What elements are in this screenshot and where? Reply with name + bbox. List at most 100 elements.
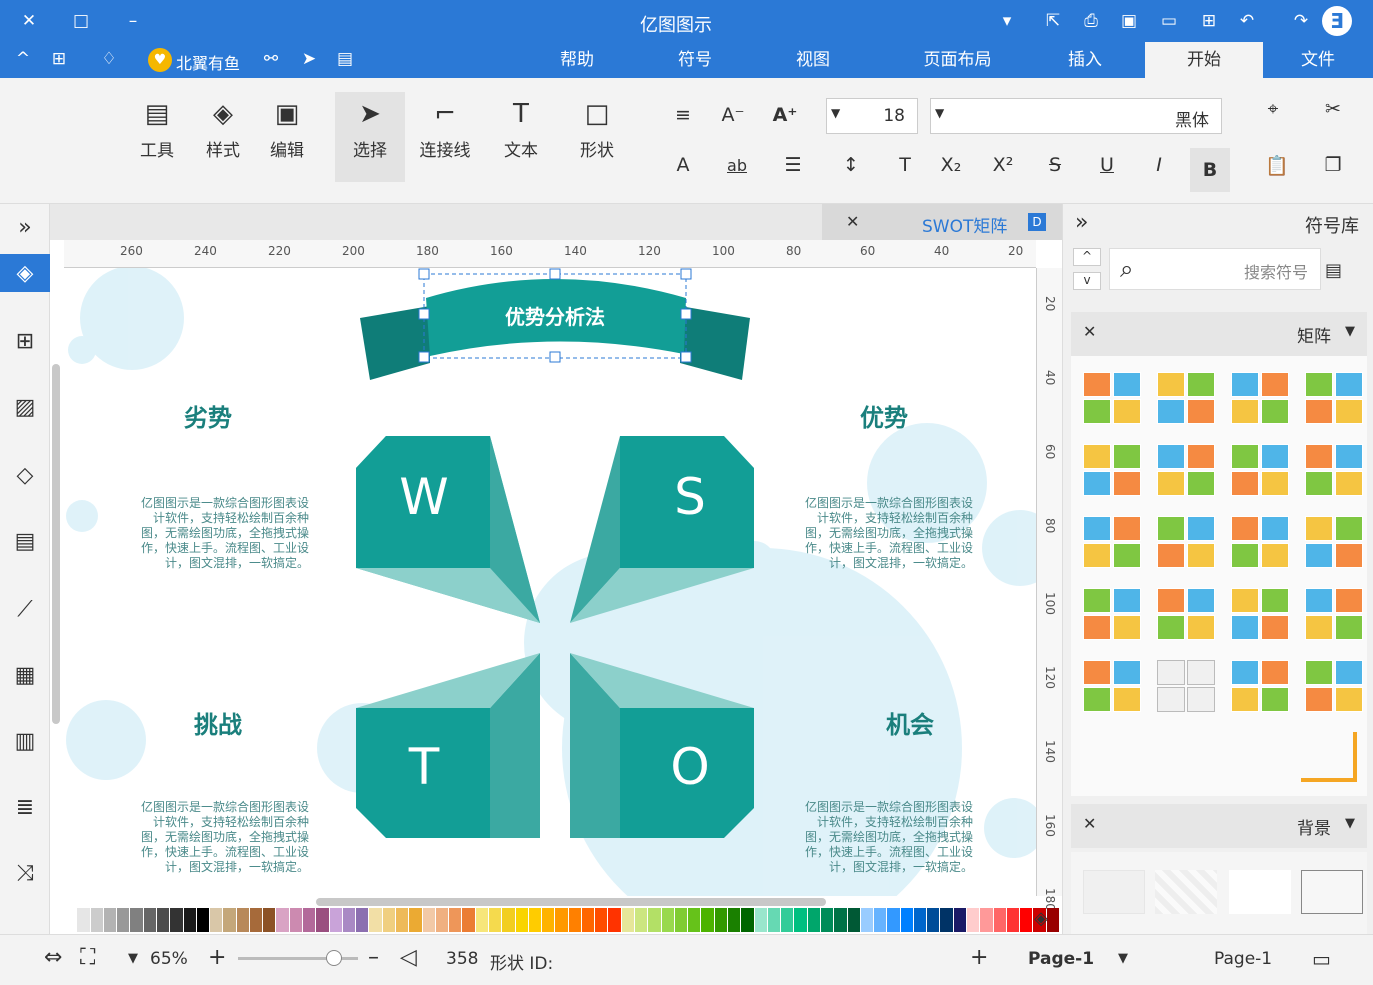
matrix-symbol-thumb[interactable] bbox=[1083, 588, 1143, 643]
color-swatch[interactable] bbox=[900, 908, 913, 932]
color-swatch[interactable] bbox=[967, 908, 980, 932]
background-thumb[interactable] bbox=[1229, 870, 1291, 914]
library-menu-icon[interactable]: ▤ bbox=[1325, 260, 1342, 281]
dropdown-icon[interactable]: ▾ bbox=[994, 8, 1020, 34]
color-swatch[interactable] bbox=[701, 908, 714, 932]
matrix-symbol-thumb[interactable] bbox=[1083, 372, 1143, 427]
color-swatch[interactable] bbox=[276, 908, 289, 932]
new-file-icon[interactable]: ⊞ bbox=[1196, 8, 1222, 34]
color-swatch[interactable] bbox=[515, 908, 528, 932]
scroll-up-icon[interactable]: ^ bbox=[1073, 248, 1101, 266]
document-tab[interactable]: ✕ SWOT矩阵 D bbox=[822, 204, 1062, 240]
grid-icon[interactable]: ⊞ bbox=[6, 322, 44, 360]
color-swatch[interactable] bbox=[980, 908, 993, 932]
color-swatch[interactable] bbox=[342, 908, 356, 932]
color-swatch[interactable] bbox=[661, 908, 674, 932]
comment-icon[interactable]: ▤ bbox=[332, 46, 358, 72]
close-tab-icon[interactable]: ✕ bbox=[846, 212, 859, 231]
minimize-icon[interactable]: – bbox=[120, 8, 146, 34]
color-swatch[interactable] bbox=[834, 908, 847, 932]
color-swatch[interactable] bbox=[860, 908, 874, 932]
matrix-symbol-thumb[interactable] bbox=[1305, 372, 1365, 427]
color-swatch[interactable] bbox=[847, 908, 860, 932]
color-swatch[interactable] bbox=[422, 908, 435, 932]
italic-icon[interactable]: I bbox=[1144, 150, 1174, 180]
tab-file[interactable]: 文件 bbox=[1263, 42, 1373, 78]
color-swatch[interactable] bbox=[183, 908, 196, 932]
shuffle-icon[interactable]: ⤨ bbox=[6, 854, 44, 892]
apps-icon[interactable]: ⊞ bbox=[46, 46, 72, 72]
color-swatch[interactable] bbox=[316, 908, 329, 932]
color-swatch[interactable] bbox=[289, 908, 303, 932]
color-swatch[interactable] bbox=[542, 908, 555, 932]
tools-button[interactable]: ▤ 工具 bbox=[122, 92, 192, 182]
format-icon[interactable]: ≣ bbox=[6, 788, 44, 826]
zoom-value[interactable]: 65% bbox=[150, 949, 188, 969]
color-swatch[interactable] bbox=[913, 908, 927, 932]
matrix-symbol-thumb[interactable] bbox=[1157, 516, 1217, 571]
color-swatch[interactable] bbox=[103, 908, 117, 932]
copy-icon[interactable]: ❐ bbox=[1318, 150, 1348, 180]
color-swatch[interactable] bbox=[794, 908, 807, 932]
list-icon[interactable]: ☰ bbox=[778, 150, 808, 180]
chart-icon[interactable]: ⟋ bbox=[6, 590, 44, 628]
color-swatch[interactable] bbox=[781, 908, 794, 932]
open-folder-icon[interactable]: ▭ bbox=[1156, 8, 1182, 34]
banner-title[interactable]: 优势分析法 bbox=[474, 301, 636, 330]
background-thumb[interactable] bbox=[1083, 870, 1145, 914]
color-swatch[interactable] bbox=[874, 908, 887, 932]
cut-icon[interactable]: ✂ bbox=[1318, 94, 1348, 124]
matrix-symbol-thumb[interactable] bbox=[1157, 660, 1217, 715]
style-tool-button[interactable]: ◈ 样式 bbox=[188, 92, 258, 182]
matrix-symbol-thumb[interactable] bbox=[1157, 444, 1217, 499]
color-swatch[interactable] bbox=[940, 908, 953, 932]
add-page-icon[interactable]: + bbox=[970, 945, 988, 970]
color-swatch[interactable] bbox=[528, 908, 542, 932]
color-swatch[interactable] bbox=[993, 908, 1006, 932]
color-swatch[interactable] bbox=[728, 908, 741, 932]
color-swatch[interactable] bbox=[635, 908, 648, 932]
fit-screen-icon[interactable]: ⛶ bbox=[80, 945, 95, 970]
fit-width-icon[interactable]: ⇔ bbox=[44, 945, 62, 970]
format-painter-icon[interactable]: ⌖ bbox=[1258, 94, 1288, 124]
color-swatch[interactable] bbox=[196, 908, 210, 932]
tab-help[interactable]: 帮助 bbox=[522, 42, 632, 78]
background-thumb[interactable] bbox=[1155, 870, 1217, 914]
image-icon[interactable]: ▨ bbox=[6, 388, 44, 426]
layers-icon[interactable]: ◇ bbox=[6, 456, 44, 494]
strikethrough-icon[interactable]: S bbox=[1040, 150, 1070, 180]
color-swatch[interactable] bbox=[502, 908, 515, 932]
color-swatch[interactable] bbox=[807, 908, 820, 932]
color-swatch[interactable] bbox=[210, 908, 223, 932]
matrix-section-header[interactable]: ✕ 矩阵 ▼ bbox=[1071, 312, 1367, 356]
zoom-out-icon[interactable]: – bbox=[368, 945, 379, 970]
matrix-symbol-thumb[interactable] bbox=[1231, 588, 1291, 643]
expand-panel-icon[interactable]: » bbox=[6, 208, 44, 246]
color-swatch[interactable] bbox=[754, 908, 767, 932]
matrix-symbol-thumb[interactable] bbox=[1231, 372, 1291, 427]
color-swatch[interactable] bbox=[568, 908, 581, 932]
color-swatch[interactable] bbox=[170, 908, 183, 932]
select-tool-button[interactable]: ➤ 选择 bbox=[335, 92, 405, 182]
current-page-label[interactable]: Page-1 bbox=[1028, 949, 1094, 969]
underline-icon[interactable]: U bbox=[1092, 150, 1122, 180]
color-swatch[interactable] bbox=[143, 908, 156, 932]
color-swatch[interactable] bbox=[648, 908, 661, 932]
color-swatch[interactable] bbox=[263, 908, 276, 932]
matrix-symbol-thumb[interactable] bbox=[1305, 444, 1365, 499]
color-swatch[interactable] bbox=[249, 908, 263, 932]
color-swatch[interactable] bbox=[90, 908, 103, 932]
undo-icon[interactable]: ↶ bbox=[1234, 8, 1260, 34]
close-section-icon[interactable]: ✕ bbox=[1083, 814, 1096, 833]
page-view-icon[interactable]: ▭ bbox=[1312, 947, 1331, 971]
zoom-slider-thumb[interactable] bbox=[326, 950, 342, 966]
fill-icon[interactable]: ◈ bbox=[0, 254, 50, 292]
color-swatch[interactable] bbox=[396, 908, 409, 932]
play-icon[interactable]: ◁ bbox=[400, 945, 417, 970]
symbol-search-input[interactable]: ⌕ 搜索符号 bbox=[1109, 248, 1321, 290]
zoom-dropdown-icon[interactable]: ▼ bbox=[128, 951, 138, 966]
matrix-symbol-thumb[interactable] bbox=[1231, 660, 1291, 715]
align-icon[interactable]: ≡ bbox=[668, 100, 698, 130]
cursor-icon[interactable]: ➤ bbox=[296, 46, 322, 72]
font-color-icon[interactable]: ab bbox=[722, 150, 752, 180]
